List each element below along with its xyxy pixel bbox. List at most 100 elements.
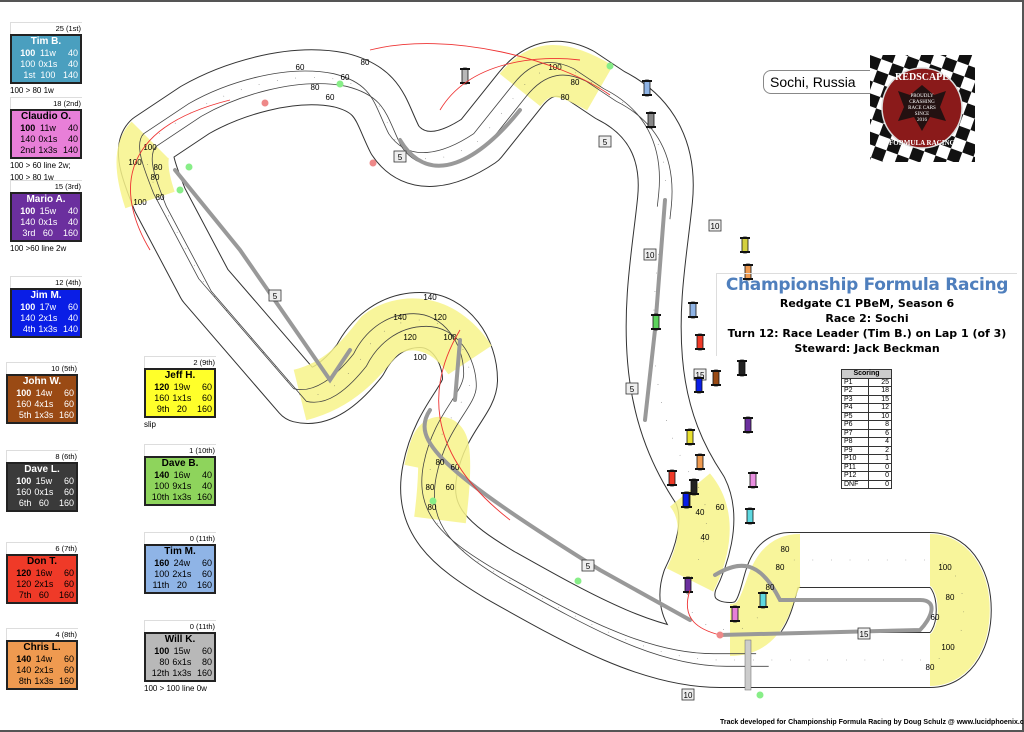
driver-stats-box: John W. 100 14w 60 160 4x1s 60 5th 1x3s 160 (6, 374, 78, 424)
scoring-position: P12 (841, 471, 869, 481)
scoring-points: 12 (868, 403, 892, 413)
distance-marker: 5 (625, 382, 639, 395)
driver-stats-box: Tim B. 100 11w 40 100 0x1s 40 1st 100 140 (10, 34, 82, 84)
driver-card: 25 (1st) Tim B. 100 11w 40 100 0x1s 40 1st 10… (10, 22, 82, 96)
distance-marker: 5 (393, 150, 407, 163)
scoring-position: P2 (841, 386, 869, 396)
stats-row-speed-wear: 100 14w 60 (16, 388, 74, 398)
checkered-flag-logo-icon: REDSCAPE PROUDLYCRASHINGRACE CARSSINCE20… (870, 55, 975, 162)
race-car-icon (748, 471, 758, 489)
driver-note: 100 > 60 line 2w; (10, 161, 71, 170)
svg-text:10: 10 (684, 691, 693, 700)
corner-speed-label: 120 (403, 333, 417, 342)
corner-speed-label: 60 (296, 63, 305, 72)
corner-speed-label: 60 (451, 463, 460, 472)
stats-row-speed-wear: 100 17w 60 (20, 302, 78, 312)
track-marker-dot (369, 159, 377, 167)
stats-row-gear-spin: 160 1x1s 60 (154, 393, 212, 403)
corner-speed-label: 40 (696, 508, 705, 517)
race-car-icon (711, 369, 721, 387)
corner-speed-label: 80 (154, 163, 163, 172)
scoring-table: Scoring P1 25 P2 18 P3 15 P4 12 P5 10 P6 8 P7 6 P8 4 P9 2… (841, 369, 892, 489)
scoring-position: P1 (841, 377, 869, 387)
stats-row-speed-wear: 140 14w 60 (16, 654, 74, 664)
stats-row-position: 4th 1x3s 140 (22, 324, 78, 334)
stats-row-gear-spin: 160 0x1s 60 (16, 487, 74, 497)
stats-row-position: 3rd 60 160 (22, 228, 78, 238)
race-line: Race 2: Sochi (825, 312, 909, 325)
track-marker-dot (429, 497, 437, 505)
corner-speed-label: 80 (776, 563, 785, 572)
stats-row-speed-wear: 100 11w 40 (20, 48, 78, 58)
championship-points: 12 (4th) (10, 276, 82, 288)
scoring-row: DNF 0 (841, 479, 892, 489)
stats-row-gear-spin: 160 4x1s 60 (16, 399, 74, 409)
track-marker-dot (185, 163, 193, 171)
race-car-icon (740, 236, 750, 254)
championship-title: Championship Formula Racing (725, 275, 1009, 295)
scoring-row: P11 0 (841, 462, 892, 472)
corner-speed-label: 80 (926, 663, 935, 672)
logo-bottom-text: FORMULA RACING (889, 139, 955, 147)
svg-text:5: 5 (398, 153, 403, 162)
logo-middle-line: RACE CARS (908, 106, 936, 111)
svg-text:5: 5 (603, 138, 608, 147)
championship-points: 18 (2nd) (10, 97, 82, 109)
turn-line: Turn 12: Race Leader (Tim B.) on Lap 1 (… (727, 327, 1007, 340)
driver-card: 12 (4th) Jim M. 100 17w 60 140 2x1s 40 4th 1x… (10, 276, 82, 338)
scoring-points: 18 (868, 386, 892, 396)
stats-row-position: 8th 1x3s 160 (18, 676, 74, 686)
corner-speed-label: 80 (946, 593, 955, 602)
corner-speed-label: 140 (393, 313, 407, 322)
svg-text:5: 5 (273, 292, 278, 301)
logo-top-text: REDSCAPE (895, 72, 949, 83)
corner-speed-label: 80 (766, 583, 775, 592)
stats-row-gear-spin: 100 2x1s 60 (154, 569, 212, 579)
svg-text:10: 10 (646, 251, 655, 260)
championship-points: 25 (1st) (10, 22, 82, 34)
stats-row-position: 10th 1x3s 160 (151, 492, 212, 502)
driver-card: 1 (10th) Dave B. 140 16w 40 100 9x1s 40 10th… (144, 444, 216, 506)
driver-name: Dave L. (24, 464, 60, 475)
svg-text:5: 5 (586, 562, 591, 571)
stats-row-gear-spin: 100 9x1s 40 (154, 481, 212, 491)
stats-row-speed-wear: 120 16w 60 (16, 568, 74, 578)
driver-stats-box: Dave L. 100 15w 60 160 0x1s 60 6th 60 160 (6, 462, 78, 512)
championship-points: 6 (7th) (6, 542, 78, 554)
driver-stats-box: Mario A. 100 15w 40 140 0x1s 40 3rd 60 160 (10, 192, 82, 242)
distance-marker: 5 (581, 559, 595, 572)
scoring-header: Scoring (841, 369, 892, 379)
stats-row-gear-spin: 140 0x1s 40 (20, 134, 78, 144)
svg-text:10: 10 (711, 222, 720, 231)
corner-speed-label: 80 (151, 173, 160, 182)
corner-speed-label: 80 (561, 93, 570, 102)
svg-text:15: 15 (860, 630, 869, 639)
race-car-icon (745, 507, 755, 525)
corner-speed-label: 60 (341, 73, 350, 82)
championship-points: 4 (8th) (6, 628, 78, 640)
stats-row-speed-wear: 160 24w 60 (154, 558, 212, 568)
driver-card: 4 (8th) Chris L. 140 14w 60 140 2x1s 60 8th 1… (6, 628, 78, 690)
race-car-icon (695, 333, 705, 351)
scoring-position: DNF (841, 479, 869, 489)
driver-note: 100 > 100 line 0w (144, 684, 207, 693)
scoring-position: P9 (841, 445, 869, 455)
redscape-logo: REDSCAPE PROUDLY CRASHING RACE CARS SINCE 20… (870, 55, 975, 162)
driver-card: 0 (11th) Tim M. 160 24w 60 100 2x1s 60 11th 2… (144, 532, 216, 594)
scoring-position: P6 (841, 420, 869, 430)
corner-speed-label: 80 (571, 78, 580, 87)
championship-points: 1 (10th) (144, 444, 216, 456)
driver-name: Don T. (27, 556, 57, 567)
corner-speed-label: 100 (443, 333, 457, 342)
scoring-row: P10 1 (841, 454, 892, 464)
distance-marker: 10 (681, 688, 695, 701)
scoring-position: P5 (841, 411, 869, 421)
driver-name: Tim B. (30, 36, 62, 47)
scoring-points: 0 (868, 471, 892, 481)
corner-speed-label: 100 (143, 143, 157, 152)
driver-note: 100 > 80 1w (10, 86, 54, 95)
svg-text:5: 5 (630, 385, 635, 394)
corner-speed-label: 100 (938, 563, 952, 572)
scoring-row: P1 25 (841, 377, 892, 387)
corner-speed-label: 80 (361, 58, 370, 67)
